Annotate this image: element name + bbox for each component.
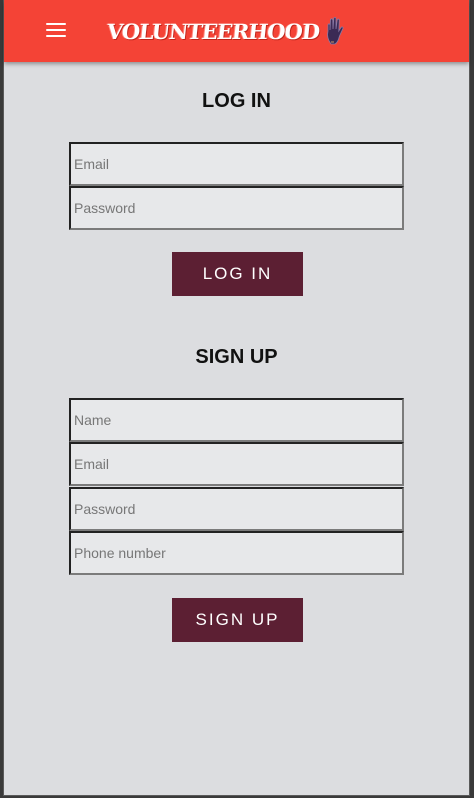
hamburger-menu-icon[interactable] — [46, 23, 66, 39]
login-button[interactable]: LOG IN — [172, 252, 303, 296]
raised-hand-icon — [327, 16, 344, 45]
login-password-input[interactable] — [69, 186, 404, 230]
signup-phone-input[interactable] — [69, 531, 404, 575]
top-app-bar: VOLUNTEERHOOD — [4, 0, 469, 62]
login-title: LOG IN — [202, 90, 271, 112]
signup-button[interactable]: SIGN UP — [172, 598, 303, 642]
login-email-input[interactable] — [69, 142, 404, 186]
signup-title: SIGN UP — [195, 346, 278, 368]
signup-name-input[interactable] — [69, 398, 404, 442]
logo-text: VOLUNTEERHOOD — [105, 18, 321, 44]
signup-email-input[interactable] — [69, 442, 404, 486]
signup-password-input[interactable] — [69, 487, 404, 531]
app-logo[interactable]: VOLUNTEERHOOD — [105, 14, 345, 48]
app-frame: VOLUNTEERHOOD LOG IN LOG IN SIGN UP SIGN… — [3, 0, 470, 796]
